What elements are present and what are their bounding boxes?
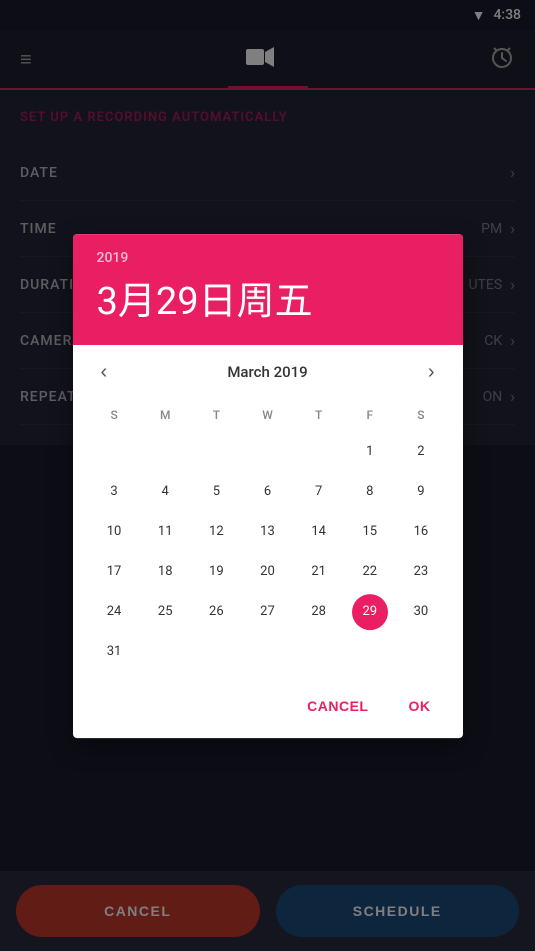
calendar-day-25[interactable]: 25 [147,594,183,630]
calendar-day-21[interactable]: 21 [301,554,337,590]
calendar-empty [249,434,285,470]
calendar-day-17[interactable]: 17 [96,554,132,590]
calendar-day-31[interactable]: 31 [96,634,132,670]
calendar-day-5[interactable]: 5 [198,474,234,510]
calendar-day-28[interactable]: 28 [301,594,337,630]
calendar-weekdays: S M T W T F S [89,404,447,426]
dialog-ok-button[interactable]: OK [393,690,447,722]
calendar-day-27[interactable]: 27 [249,594,285,630]
calendar-grid: S M T W T F S 12345678910111213141516171… [89,404,447,670]
weekday-wed: W [242,404,293,426]
calendar-day-26[interactable]: 26 [198,594,234,630]
calendar-day-13[interactable]: 13 [249,514,285,550]
weekday-mon: M [140,404,191,426]
calendar-days: 1234567891011121314151617181920212223242… [89,434,447,670]
dialog-year: 2019 [97,250,439,266]
calendar-empty [147,434,183,470]
calendar-day-20[interactable]: 20 [249,554,285,590]
calendar-day-29[interactable]: 29 [352,594,388,630]
calendar-day-23[interactable]: 23 [403,554,439,590]
calendar-day-24[interactable]: 24 [96,594,132,630]
calendar-day-9[interactable]: 9 [403,474,439,510]
calendar-day-1[interactable]: 1 [352,434,388,470]
calendar-day-30[interactable]: 30 [403,594,439,630]
calendar-day-3[interactable]: 3 [96,474,132,510]
date-picker-dialog: 2019 3月29日周五 ‹ March 2019 › S M T W T F … [73,234,463,738]
weekday-sun: S [89,404,140,426]
calendar-day-19[interactable]: 19 [198,554,234,590]
calendar-day-2[interactable]: 2 [403,434,439,470]
weekday-fri: F [344,404,395,426]
calendar-day-15[interactable]: 15 [352,514,388,550]
weekday-sat: S [395,404,446,426]
calendar-day-22[interactable]: 22 [352,554,388,590]
calendar-day-14[interactable]: 14 [301,514,337,550]
calendar-day-16[interactable]: 16 [403,514,439,550]
dialog-actions: CANCEL OK [73,682,463,738]
calendar-day-12[interactable]: 12 [198,514,234,550]
calendar-day-7[interactable]: 7 [301,474,337,510]
calendar: ‹ March 2019 › S M T W T F S 12345678910… [73,345,463,682]
calendar-empty [96,434,132,470]
prev-month-button[interactable]: ‹ [93,357,116,388]
calendar-day-4[interactable]: 4 [147,474,183,510]
dialog-date-display: 3月29日周五 [97,270,439,325]
dialog-header: 2019 3月29日周五 [73,234,463,345]
calendar-empty [301,434,337,470]
calendar-month-label: March 2019 [227,363,307,381]
calendar-empty [198,434,234,470]
calendar-day-18[interactable]: 18 [147,554,183,590]
calendar-day-11[interactable]: 11 [147,514,183,550]
weekday-tue: T [191,404,242,426]
weekday-thu: T [293,404,344,426]
calendar-day-6[interactable]: 6 [249,474,285,510]
calendar-day-10[interactable]: 10 [96,514,132,550]
calendar-nav: ‹ March 2019 › [89,357,447,388]
next-month-button[interactable]: › [420,357,443,388]
dialog-cancel-button[interactable]: CANCEL [291,690,384,722]
calendar-day-8[interactable]: 8 [352,474,388,510]
